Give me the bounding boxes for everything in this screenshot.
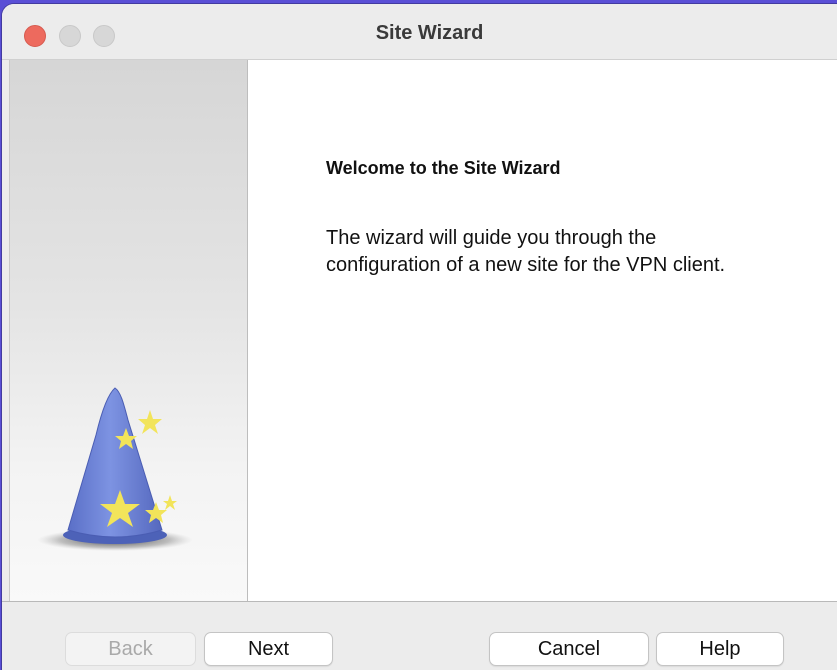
next-button[interactable]: Next xyxy=(204,632,333,666)
welcome-description: The wizard will guide you through the co… xyxy=(326,227,726,276)
welcome-heading: Welcome to the Site Wizard xyxy=(326,158,561,178)
button-bar: Back Next Cancel Help xyxy=(2,601,837,670)
cancel-button[interactable]: Cancel xyxy=(489,632,649,666)
back-button[interactable]: Back xyxy=(65,632,196,666)
title-bar: Site Wizard xyxy=(2,4,837,60)
wizard-side-panel xyxy=(10,60,248,601)
window-title: Site Wizard xyxy=(375,22,484,44)
left-edge xyxy=(2,60,10,601)
wizard-hat-icon xyxy=(38,387,193,551)
site-wizard-window: Site Wizard Welcome to the Site Wizard T… xyxy=(2,4,837,670)
help-button[interactable]: Help xyxy=(656,632,784,666)
wizard-content: Welcome to the Site Wizard The wizard wi… xyxy=(248,60,837,601)
